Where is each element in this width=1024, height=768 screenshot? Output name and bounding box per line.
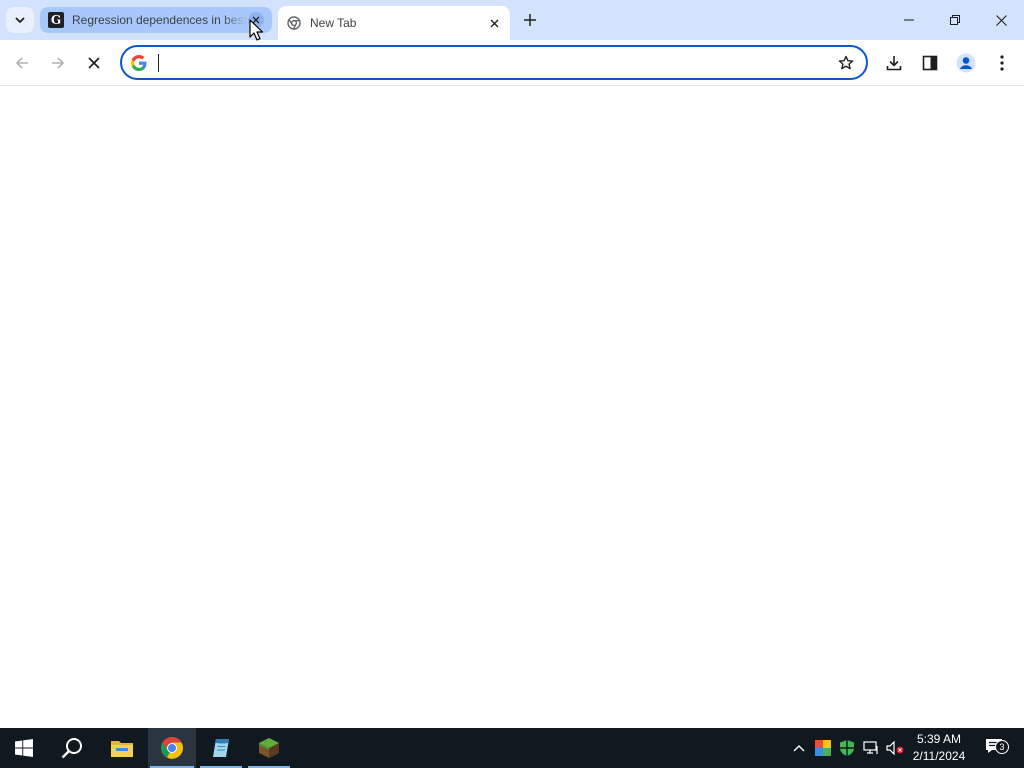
google-g-icon [131, 54, 147, 71]
new-tab-button[interactable] [518, 8, 542, 32]
minimize-button[interactable] [886, 0, 932, 40]
taskbar-chrome[interactable] [148, 728, 196, 768]
browser-toolbar [0, 40, 1024, 86]
tray-security[interactable] [836, 728, 858, 768]
profile-button[interactable] [950, 47, 982, 79]
search-button[interactable] [48, 728, 96, 768]
taskbar-file-explorer[interactable] [98, 728, 146, 768]
address-bar[interactable] [120, 45, 868, 80]
tab-close-button[interactable] [486, 15, 502, 31]
restore-icon [950, 15, 960, 25]
side-panel-icon [922, 55, 938, 71]
tray-network[interactable] [860, 728, 882, 768]
side-panel-button[interactable] [914, 47, 946, 79]
stop-loading-button[interactable] [78, 47, 110, 79]
address-input[interactable] [156, 48, 832, 77]
clock-time: 5:39 AM [916, 732, 962, 746]
tab-regression-dependences[interactable]: G Regression dependences in best [40, 7, 272, 33]
menu-button[interactable] [986, 47, 1018, 79]
shield-icon [840, 740, 854, 756]
close-window-button[interactable] [978, 0, 1024, 40]
tab-search-button[interactable] [6, 7, 34, 33]
clock-date: 2/11/2024 [912, 749, 966, 763]
notification-wrapper: 3 [985, 738, 1009, 758]
file-explorer-icon [111, 741, 133, 757]
chevron-down-icon [15, 17, 25, 24]
action-center-button[interactable]: 3 [980, 728, 1010, 768]
tray-app-colorful[interactable] [812, 728, 834, 768]
taskbar-minecraft[interactable] [246, 728, 292, 768]
more-vert-icon [1000, 55, 1004, 71]
chevron-up-icon [793, 745, 805, 752]
show-hidden-icons-button[interactable] [788, 728, 810, 768]
download-icon [886, 56, 902, 71]
tab-new-tab[interactable]: New Tab [278, 6, 510, 40]
taskbar: 5:39 AM 2/11/2024 3 [0, 728, 1024, 768]
forward-button[interactable] [42, 47, 74, 79]
close-icon [252, 16, 260, 24]
arrow-right-icon [52, 57, 65, 69]
close-icon [995, 14, 1007, 26]
star-icon [838, 55, 854, 69]
system-clock[interactable]: 5:39 AM 2/11/2024 [902, 731, 976, 765]
search-icon [61, 738, 82, 759]
screen: G Regression dependences in best New Tab [0, 0, 1024, 768]
close-icon [490, 19, 498, 27]
profile-icon [956, 53, 976, 73]
tab-title: New Tab [310, 16, 357, 30]
start-button[interactable] [0, 728, 48, 768]
minecraft-icon [259, 738, 279, 758]
notification-count-badge: 3 [995, 740, 1009, 754]
back-button[interactable] [6, 47, 38, 79]
network-icon [863, 741, 878, 754]
tab-close-button[interactable] [248, 12, 264, 28]
bookmark-button[interactable] [832, 49, 860, 77]
arrow-left-icon [15, 57, 28, 69]
colorful-app-icon [815, 740, 831, 756]
taskbar-notepad[interactable] [198, 728, 244, 768]
tab-title: Regression dependences in best [72, 13, 247, 27]
g-letter-icon: G [48, 12, 64, 28]
text-caret [158, 54, 159, 72]
restore-button[interactable] [932, 0, 978, 40]
page-content [0, 87, 1024, 728]
notepad-icon [213, 739, 229, 757]
minimize-icon [904, 19, 914, 21]
tab-strip: G Regression dependences in best New Tab [0, 0, 1024, 40]
chrome-icon [286, 15, 302, 31]
stop-icon [88, 57, 100, 69]
downloads-button[interactable] [878, 47, 910, 79]
chrome-icon [161, 736, 183, 759]
plus-icon [524, 14, 536, 26]
windows-start-icon [15, 739, 33, 757]
